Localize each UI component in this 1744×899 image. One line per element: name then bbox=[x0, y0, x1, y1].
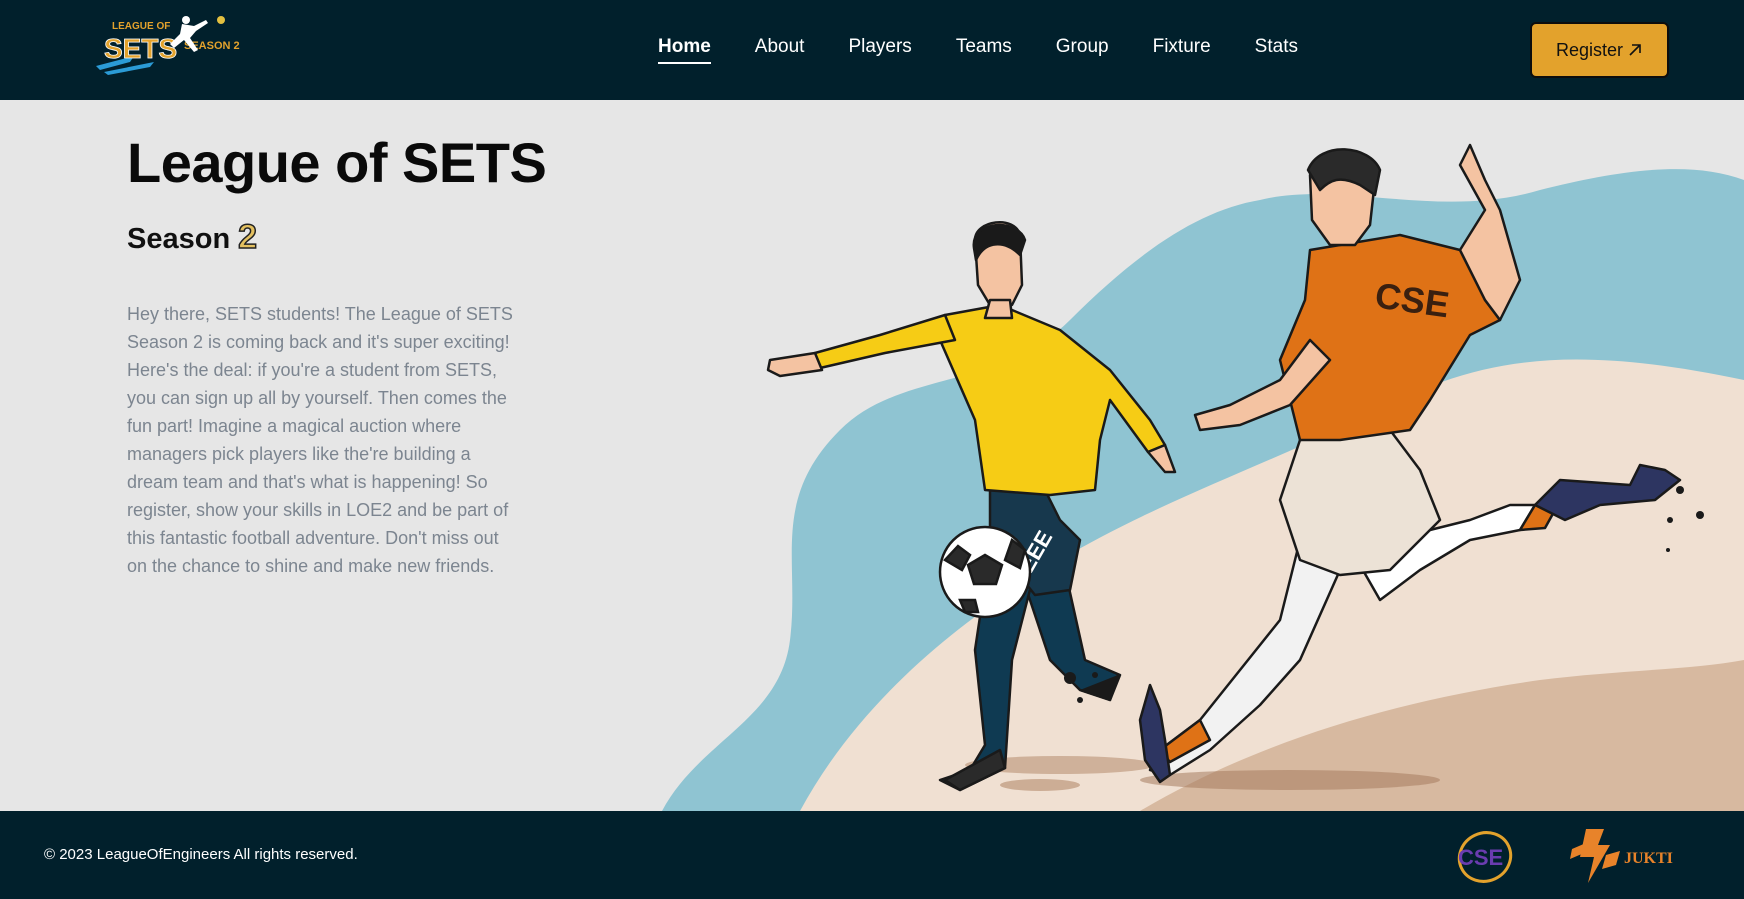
svg-text:JUKTI: JUKTI bbox=[1624, 850, 1673, 867]
nav-teams[interactable]: Teams bbox=[956, 36, 1012, 64]
register-button[interactable]: Register bbox=[1530, 22, 1669, 78]
cse-logo: CSE bbox=[1457, 831, 1513, 883]
season-number: 2 bbox=[237, 217, 258, 257]
season-label: Season bbox=[127, 223, 231, 255]
register-label: Register bbox=[1555, 39, 1624, 60]
arrow-up-right-icon bbox=[1629, 44, 1641, 56]
svg-text:SETS: SETS bbox=[104, 33, 177, 64]
nav-about[interactable]: About bbox=[755, 36, 805, 64]
football-illustration: EEE CSE bbox=[662, 143, 1744, 811]
copyright-text: © 2023 LeagueOfEngineers All rights rese… bbox=[44, 846, 358, 863]
svg-text:LEAGUE OF: LEAGUE OF bbox=[112, 21, 170, 32]
site-footer: © 2023 LeagueOfEngineers All rights rese… bbox=[0, 811, 1744, 899]
jukti-logo: JUKTI bbox=[1570, 829, 1673, 883]
league-logo[interactable]: LEAGUE OF SETS SEASON 2 bbox=[94, 12, 244, 76]
nav-group[interactable]: Group bbox=[1056, 36, 1109, 64]
hero-title: League of SETS bbox=[127, 131, 547, 194]
nav-players[interactable]: Players bbox=[848, 36, 911, 64]
hero-section: EEE CSE League of SETS Season 2 Hey ther… bbox=[0, 100, 1744, 811]
hero-description: Hey there, SETS students! The League of … bbox=[127, 304, 513, 576]
svg-text:CSE: CSE bbox=[1458, 845, 1503, 870]
football bbox=[938, 525, 1032, 619]
nav-fixture[interactable]: Fixture bbox=[1153, 36, 1211, 64]
nav-home[interactable]: Home bbox=[658, 36, 711, 64]
nav-stats[interactable]: Stats bbox=[1255, 36, 1298, 64]
site-header: LEAGUE OF SETS SEASON 2 Home About Playe… bbox=[0, 0, 1744, 100]
main-nav: Home About Players Teams Group Fixture S… bbox=[658, 36, 1342, 64]
hero-subtitle: Season 2 bbox=[127, 217, 258, 257]
